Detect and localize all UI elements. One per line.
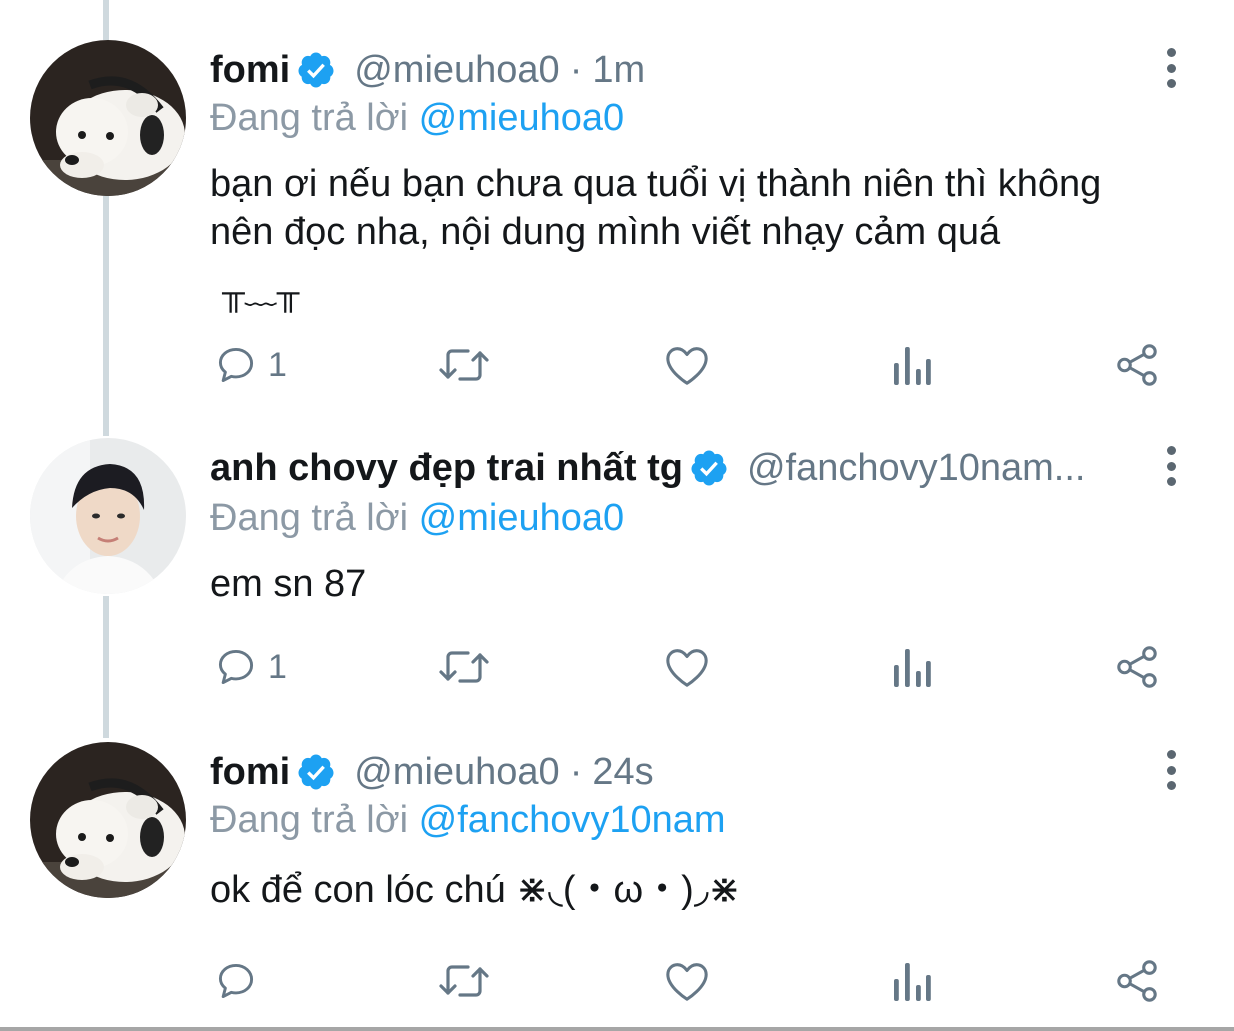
heart-icon (666, 963, 708, 1001)
tweet[interactable]: fomi @mieuhoa0 · 24s Đang trả lời @fanch… (0, 720, 1234, 1027)
tweet-text: bạn ơi nếu bạn chưa qua tuổi vị thành ni… (210, 160, 1200, 316)
share-icon (1117, 960, 1157, 1002)
display-name[interactable]: anh chovy đẹp trai nhất tg (210, 444, 683, 492)
tweet-header: anh chovy đẹp trai nhất tg @fanchovy10na… (210, 444, 1085, 492)
reply-button[interactable]: 1 (214, 340, 287, 390)
analytics-bars-icon (894, 963, 931, 1001)
reply-button[interactable] (214, 956, 258, 1006)
verified-badge-icon (296, 752, 336, 792)
tweet-text-line: em sn 87 (210, 563, 367, 605)
handle[interactable]: @mieuhoa0 (354, 46, 559, 94)
reply-to-link[interactable]: @fanchovy10nam (419, 799, 726, 841)
retweet-icon (439, 651, 489, 683)
heart-icon (666, 649, 708, 687)
action-bar (0, 956, 1234, 1006)
share-icon (1117, 344, 1157, 386)
heart-icon (666, 347, 708, 385)
reply-count: 1 (268, 647, 287, 686)
more-vertical-icon[interactable] (1157, 446, 1185, 486)
tweet[interactable]: anh chovy đẹp trai nhất tg @fanchovy10na… (0, 410, 1234, 720)
tweet-text-line: ok để con lóc chú ⋇◟(・ω・)◞⋇ (210, 869, 741, 911)
reply-button[interactable]: 1 (214, 642, 287, 692)
avatar[interactable] (30, 40, 186, 196)
avatar[interactable] (30, 438, 186, 594)
share-icon (1117, 646, 1157, 688)
more-vertical-icon[interactable] (1157, 48, 1185, 88)
analytics-bars-icon (894, 649, 931, 687)
more-vertical-icon[interactable] (1157, 750, 1185, 790)
reply-count: 1 (268, 345, 287, 384)
analytics-button[interactable] (892, 956, 932, 1006)
reply-label: Đang trả lời (210, 799, 409, 841)
analytics-bars-icon (894, 347, 931, 385)
separator: · (569, 49, 583, 91)
verified-badge-icon (296, 50, 336, 90)
reply-to-link[interactable]: @mieuhoa0 (419, 497, 624, 539)
analytics-button[interactable] (892, 340, 932, 390)
tweet[interactable]: fomi @mieuhoa0 · 1m Đang trả lời @mieuho… (0, 0, 1234, 410)
reply-bubble-icon (218, 347, 254, 383)
tweet-header: fomi @mieuhoa0 · 1m (210, 46, 645, 94)
reply-bubble-icon (218, 649, 254, 685)
display-name[interactable]: fomi (210, 46, 290, 94)
like-button[interactable] (664, 956, 710, 1006)
like-button[interactable] (664, 340, 710, 390)
reply-context: Đang trả lời @mieuhoa0 (210, 494, 624, 542)
reply-label: Đang trả lời (210, 97, 409, 139)
tweet-text-line: ╥﹏╥ (222, 274, 300, 310)
retweet-icon (439, 965, 489, 997)
tweet-text: em sn 87 (210, 560, 1200, 608)
tweet-text: ok để con lóc chú ⋇◟(・ω・)◞⋇ (210, 866, 1200, 914)
display-name[interactable]: fomi (210, 748, 290, 796)
handle[interactable]: @mieuhoa0 (354, 748, 559, 796)
bottom-divider (0, 1027, 1234, 1031)
like-button[interactable] (664, 642, 710, 692)
reply-context: Đang trả lời @mieuhoa0 (210, 94, 624, 142)
handle[interactable]: @fanchovy10nam... (747, 444, 1086, 492)
reply-label: Đang trả lời (210, 497, 409, 539)
separator: · (569, 751, 583, 793)
retweet-icon (439, 349, 489, 381)
retweet-button[interactable] (438, 340, 490, 390)
timestamp[interactable]: 24s (592, 748, 653, 796)
analytics-button[interactable] (892, 642, 932, 692)
verified-badge-icon (689, 448, 729, 488)
retweet-button[interactable] (438, 642, 490, 692)
reply-context: Đang trả lời @fanchovy10nam (210, 796, 726, 844)
share-button[interactable] (1114, 956, 1160, 1006)
action-bar: 1 (0, 642, 1234, 692)
tweet-text-line: nên đọc nha, nội dung mình viết nhạy cảm… (210, 211, 1001, 253)
reply-to-link[interactable]: @mieuhoa0 (419, 97, 624, 139)
retweet-button[interactable] (438, 956, 490, 1006)
tweet-header: fomi @mieuhoa0 · 24s (210, 748, 654, 796)
reply-bubble-icon (218, 963, 254, 999)
share-button[interactable] (1114, 340, 1160, 390)
share-button[interactable] (1114, 642, 1160, 692)
action-bar: 1 (0, 340, 1234, 390)
tweet-text-line: bạn ơi nếu bạn chưa qua tuổi vị thành ni… (210, 163, 1102, 205)
avatar[interactable] (30, 742, 186, 898)
timestamp[interactable]: 1m (592, 46, 645, 94)
